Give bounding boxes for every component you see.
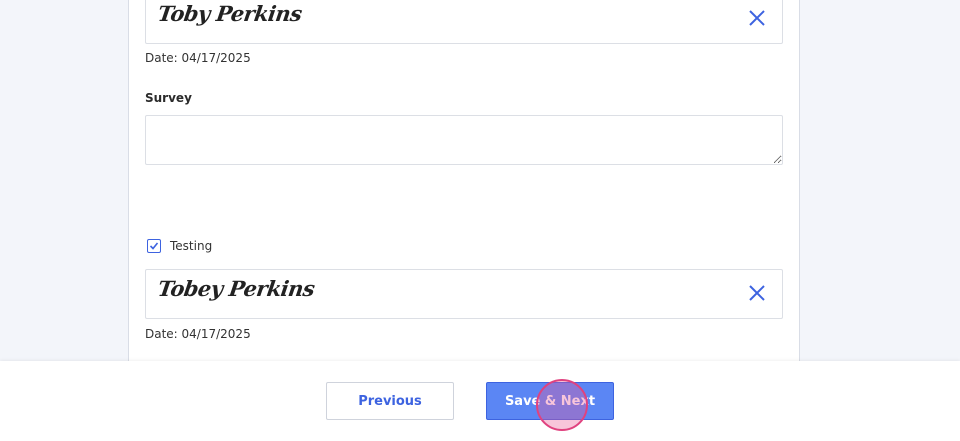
testing-label: Testing	[170, 239, 213, 253]
clear-signature-button[interactable]	[746, 282, 768, 304]
form-card: Toby Perkins Date: 04/17/2025 Survey Tes…	[128, 0, 800, 362]
close-icon	[749, 10, 765, 26]
signature-field-2[interactable]: Tobey Perkins	[145, 269, 783, 319]
save-next-button[interactable]: Save & Next	[486, 382, 614, 420]
signature-date: Date: 04/17/2025	[145, 51, 251, 65]
signature-text: Tobey Perkins	[156, 276, 317, 301]
previous-button[interactable]: Previous	[326, 382, 454, 420]
close-icon	[749, 285, 765, 301]
survey-textarea[interactable]	[145, 115, 783, 165]
survey-label: Survey	[145, 91, 192, 105]
signature-text: Toby Perkins	[156, 1, 304, 26]
signature-field-1[interactable]: Toby Perkins	[145, 0, 783, 44]
form-footer: Previous Save & Next	[0, 361, 960, 441]
checkmark-icon	[149, 242, 159, 250]
signature-date: Date: 04/17/2025	[145, 327, 251, 341]
clear-signature-button[interactable]	[746, 7, 768, 29]
testing-checkbox[interactable]	[147, 239, 161, 253]
